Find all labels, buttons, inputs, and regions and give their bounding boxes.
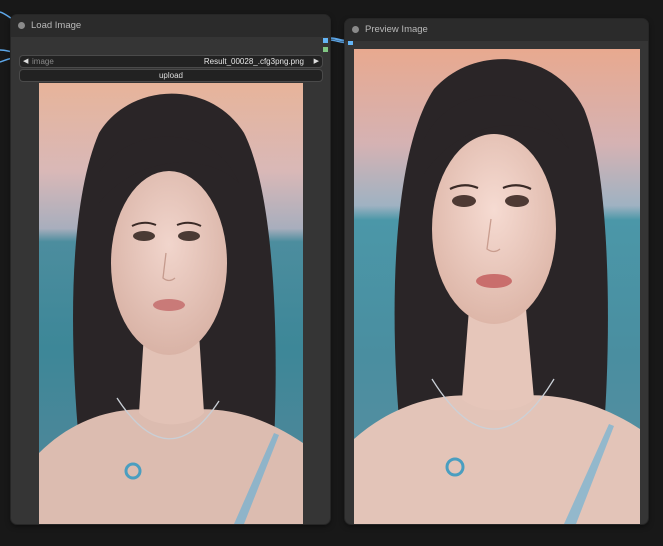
node-status-dot: [18, 22, 25, 29]
portrait-photo: [354, 49, 640, 524]
upload-label: upload: [158, 71, 184, 80]
next-arrow-icon[interactable]: ▶: [314, 57, 319, 65]
node-header[interactable]: Preview Image: [345, 19, 648, 41]
upload-button[interactable]: upload: [19, 69, 323, 82]
combo-label: image: [32, 57, 54, 66]
node-status-dot: [352, 26, 359, 33]
graph-canvas[interactable]: Load Image ◀ image Result_00028_.cfg3png…: [0, 0, 663, 546]
node-title: Load Image: [31, 20, 82, 31]
portrait-photo: [39, 83, 303, 524]
combo-value: Result_00028_.cfg3png.png: [203, 57, 304, 66]
prev-arrow-icon[interactable]: ◀: [23, 57, 28, 65]
image-output-slot[interactable]: [323, 38, 328, 43]
preview-image-output: [354, 49, 640, 524]
node-title: Preview Image: [365, 24, 428, 35]
load-image-node[interactable]: Load Image ◀ image Result_00028_.cfg3png…: [11, 15, 330, 524]
loaded-image-preview: [39, 83, 303, 524]
node-header[interactable]: Load Image: [11, 15, 330, 37]
preview-image-node[interactable]: Preview Image: [345, 19, 648, 524]
image-combo-widget[interactable]: ◀ image Result_00028_.cfg3png.png ▶: [19, 55, 323, 68]
mask-output-slot[interactable]: [323, 47, 328, 52]
